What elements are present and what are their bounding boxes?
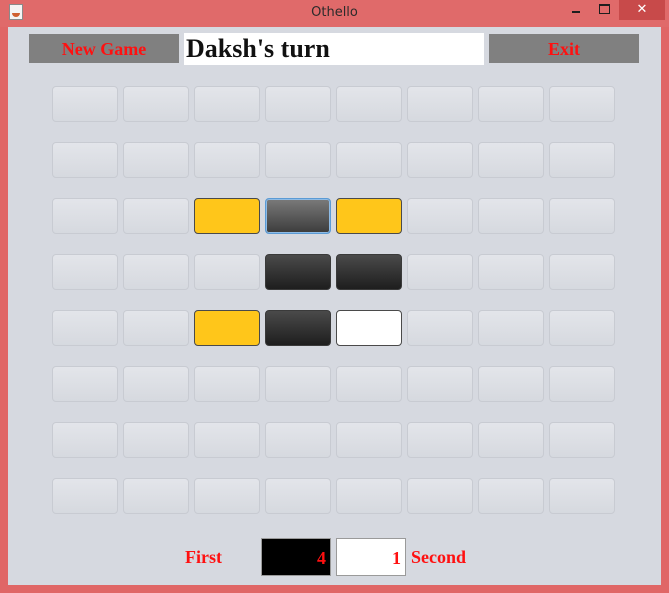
board-cell-empty[interactable]: [549, 366, 615, 402]
board-cell-empty[interactable]: [478, 422, 544, 458]
maximize-icon[interactable]: [591, 0, 618, 20]
board-cell-empty[interactable]: [336, 86, 402, 122]
board-cell-empty[interactable]: [194, 478, 260, 514]
close-icon[interactable]: ✕: [619, 0, 665, 20]
board-cell-focus[interactable]: [265, 198, 331, 234]
board-cell-white[interactable]: [336, 310, 402, 346]
board-cell-empty[interactable]: [336, 142, 402, 178]
board-cell-empty[interactable]: [52, 198, 118, 234]
board-cell-empty[interactable]: [52, 478, 118, 514]
board-cell-empty[interactable]: [194, 86, 260, 122]
new-game-button[interactable]: New Game: [29, 34, 179, 63]
second-player-label: Second: [411, 547, 467, 567]
board-cell-empty[interactable]: [52, 142, 118, 178]
exit-button[interactable]: Exit: [489, 34, 639, 63]
board-cell-empty[interactable]: [123, 254, 189, 290]
board-cell-empty[interactable]: [407, 366, 473, 402]
board-cell-hint[interactable]: [336, 198, 402, 234]
first-player-score: 4: [261, 538, 331, 576]
board-cell-empty[interactable]: [549, 310, 615, 346]
board-cell-empty[interactable]: [123, 422, 189, 458]
board-cell-hint[interactable]: [194, 198, 260, 234]
board-cell-empty[interactable]: [478, 86, 544, 122]
board-cell-empty[interactable]: [52, 86, 118, 122]
board-cell-empty[interactable]: [194, 254, 260, 290]
board-cell-empty[interactable]: [336, 422, 402, 458]
board-cell-empty[interactable]: [123, 478, 189, 514]
first-player-label: First: [185, 547, 222, 567]
board-cell-empty[interactable]: [123, 310, 189, 346]
board-cell-empty[interactable]: [123, 142, 189, 178]
board-cell-empty[interactable]: [407, 254, 473, 290]
board-cell-empty[interactable]: [265, 478, 331, 514]
board-cell-empty[interactable]: [265, 142, 331, 178]
title-bar: Othello ✕: [0, 0, 669, 27]
board-cell-empty[interactable]: [407, 86, 473, 122]
board-cell-empty[interactable]: [549, 198, 615, 234]
board-cell-empty[interactable]: [407, 142, 473, 178]
board-cell-empty[interactable]: [549, 86, 615, 122]
board-cell-black[interactable]: [265, 254, 331, 290]
board-cell-empty[interactable]: [265, 422, 331, 458]
board-cell-empty[interactable]: [478, 366, 544, 402]
board-cell-empty[interactable]: [194, 142, 260, 178]
board-cell-empty[interactable]: [194, 366, 260, 402]
board-cell-empty[interactable]: [549, 422, 615, 458]
board-cell-empty[interactable]: [123, 366, 189, 402]
board-cell-empty[interactable]: [478, 478, 544, 514]
board-cell-empty[interactable]: [52, 366, 118, 402]
board-cell-empty[interactable]: [265, 86, 331, 122]
board-cell-black[interactable]: [336, 254, 402, 290]
board-cell-empty[interactable]: [336, 478, 402, 514]
board-cell-empty[interactable]: [549, 142, 615, 178]
board-cell-empty[interactable]: [478, 142, 544, 178]
board-cell-empty[interactable]: [549, 478, 615, 514]
board-cell-empty[interactable]: [407, 422, 473, 458]
board-cell-empty[interactable]: [478, 310, 544, 346]
board-cell-empty[interactable]: [123, 86, 189, 122]
turn-status: Daksh's turn: [184, 33, 484, 65]
board-cell-empty[interactable]: [478, 254, 544, 290]
board-cell-empty[interactable]: [407, 310, 473, 346]
board-cell-empty[interactable]: [52, 310, 118, 346]
board-cell-empty[interactable]: [52, 422, 118, 458]
board-cell-empty[interactable]: [478, 198, 544, 234]
second-player-score: 1: [336, 538, 406, 576]
board-cell-empty[interactable]: [52, 254, 118, 290]
board-cell-empty[interactable]: [407, 198, 473, 234]
board-cell-empty[interactable]: [336, 366, 402, 402]
game-panel: New Game Daksh's turn Exit First 4 1 Sec…: [8, 27, 661, 585]
board-cell-empty[interactable]: [549, 254, 615, 290]
board-cell-black[interactable]: [265, 310, 331, 346]
minimize-icon[interactable]: [562, 0, 590, 20]
board-cell-empty[interactable]: [407, 478, 473, 514]
board-cell-empty[interactable]: [265, 366, 331, 402]
board-cell-hint[interactable]: [194, 310, 260, 346]
board-cell-empty[interactable]: [194, 422, 260, 458]
board-cell-empty[interactable]: [123, 198, 189, 234]
